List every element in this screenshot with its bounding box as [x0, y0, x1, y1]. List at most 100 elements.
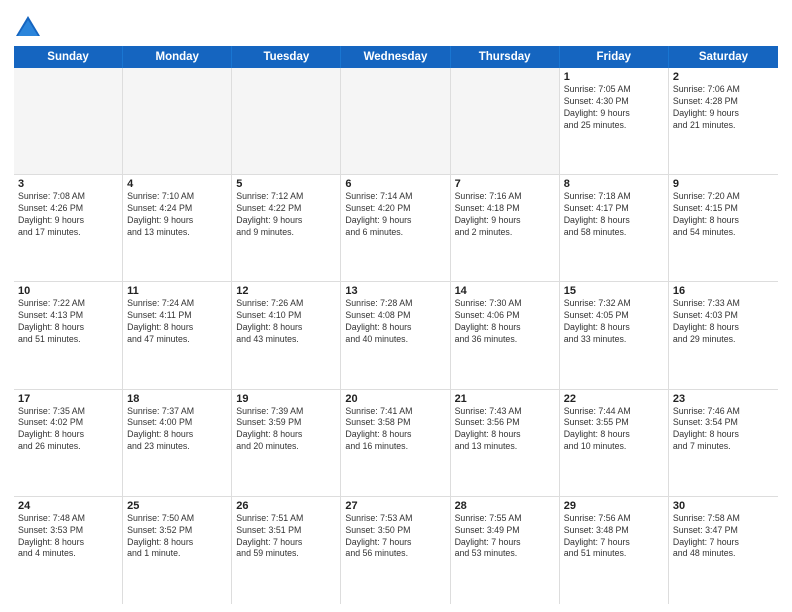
cal-cell-3-4: 21Sunrise: 7:43 AM Sunset: 3:56 PM Dayli… — [451, 390, 560, 496]
cell-info: Sunrise: 7:16 AM Sunset: 4:18 PM Dayligh… — [455, 191, 555, 239]
day-number: 12 — [236, 285, 336, 297]
day-number: 28 — [455, 500, 555, 512]
cal-cell-4-1: 25Sunrise: 7:50 AM Sunset: 3:52 PM Dayli… — [123, 497, 232, 604]
cell-info: Sunrise: 7:48 AM Sunset: 3:53 PM Dayligh… — [18, 513, 118, 561]
day-number: 1 — [564, 71, 664, 83]
day-number: 5 — [236, 178, 336, 190]
header-day-sunday: Sunday — [14, 46, 123, 68]
cal-cell-0-0 — [14, 68, 123, 174]
header — [14, 10, 778, 42]
page: SundayMondayTuesdayWednesdayThursdayFrid… — [0, 0, 792, 612]
cell-info: Sunrise: 7:41 AM Sunset: 3:58 PM Dayligh… — [345, 406, 445, 454]
header-day-tuesday: Tuesday — [232, 46, 341, 68]
day-number: 27 — [345, 500, 445, 512]
cell-info: Sunrise: 7:37 AM Sunset: 4:00 PM Dayligh… — [127, 406, 227, 454]
cell-info: Sunrise: 7:10 AM Sunset: 4:24 PM Dayligh… — [127, 191, 227, 239]
day-number: 6 — [345, 178, 445, 190]
cal-cell-4-5: 29Sunrise: 7:56 AM Sunset: 3:48 PM Dayli… — [560, 497, 669, 604]
cal-cell-3-6: 23Sunrise: 7:46 AM Sunset: 3:54 PM Dayli… — [669, 390, 778, 496]
cal-cell-1-2: 5Sunrise: 7:12 AM Sunset: 4:22 PM Daylig… — [232, 175, 341, 281]
cal-cell-1-5: 8Sunrise: 7:18 AM Sunset: 4:17 PM Daylig… — [560, 175, 669, 281]
cell-info: Sunrise: 7:20 AM Sunset: 4:15 PM Dayligh… — [673, 191, 774, 239]
cal-cell-1-6: 9Sunrise: 7:20 AM Sunset: 4:15 PM Daylig… — [669, 175, 778, 281]
cell-info: Sunrise: 7:26 AM Sunset: 4:10 PM Dayligh… — [236, 298, 336, 346]
header-day-friday: Friday — [560, 46, 669, 68]
cal-cell-2-4: 14Sunrise: 7:30 AM Sunset: 4:06 PM Dayli… — [451, 282, 560, 388]
cal-cell-0-5: 1Sunrise: 7:05 AM Sunset: 4:30 PM Daylig… — [560, 68, 669, 174]
cal-cell-0-4 — [451, 68, 560, 174]
header-day-monday: Monday — [123, 46, 232, 68]
day-number: 21 — [455, 393, 555, 405]
calendar-row-4: 24Sunrise: 7:48 AM Sunset: 3:53 PM Dayli… — [14, 497, 778, 604]
cal-cell-0-2 — [232, 68, 341, 174]
day-number: 3 — [18, 178, 118, 190]
cell-info: Sunrise: 7:24 AM Sunset: 4:11 PM Dayligh… — [127, 298, 227, 346]
cell-info: Sunrise: 7:33 AM Sunset: 4:03 PM Dayligh… — [673, 298, 774, 346]
cell-info: Sunrise: 7:14 AM Sunset: 4:20 PM Dayligh… — [345, 191, 445, 239]
logo — [14, 14, 46, 42]
cell-info: Sunrise: 7:30 AM Sunset: 4:06 PM Dayligh… — [455, 298, 555, 346]
cal-cell-4-2: 26Sunrise: 7:51 AM Sunset: 3:51 PM Dayli… — [232, 497, 341, 604]
cal-cell-2-2: 12Sunrise: 7:26 AM Sunset: 4:10 PM Dayli… — [232, 282, 341, 388]
cal-cell-1-1: 4Sunrise: 7:10 AM Sunset: 4:24 PM Daylig… — [123, 175, 232, 281]
cell-info: Sunrise: 7:51 AM Sunset: 3:51 PM Dayligh… — [236, 513, 336, 561]
cell-info: Sunrise: 7:53 AM Sunset: 3:50 PM Dayligh… — [345, 513, 445, 561]
cell-info: Sunrise: 7:44 AM Sunset: 3:55 PM Dayligh… — [564, 406, 664, 454]
calendar-row-2: 10Sunrise: 7:22 AM Sunset: 4:13 PM Dayli… — [14, 282, 778, 389]
day-number: 16 — [673, 285, 774, 297]
cal-cell-4-0: 24Sunrise: 7:48 AM Sunset: 3:53 PM Dayli… — [14, 497, 123, 604]
day-number: 18 — [127, 393, 227, 405]
day-number: 26 — [236, 500, 336, 512]
cell-info: Sunrise: 7:35 AM Sunset: 4:02 PM Dayligh… — [18, 406, 118, 454]
cell-info: Sunrise: 7:18 AM Sunset: 4:17 PM Dayligh… — [564, 191, 664, 239]
cell-info: Sunrise: 7:58 AM Sunset: 3:47 PM Dayligh… — [673, 513, 774, 561]
cal-cell-3-3: 20Sunrise: 7:41 AM Sunset: 3:58 PM Dayli… — [341, 390, 450, 496]
day-number: 9 — [673, 178, 774, 190]
cal-cell-3-5: 22Sunrise: 7:44 AM Sunset: 3:55 PM Dayli… — [560, 390, 669, 496]
cal-cell-2-3: 13Sunrise: 7:28 AM Sunset: 4:08 PM Dayli… — [341, 282, 450, 388]
calendar-row-1: 3Sunrise: 7:08 AM Sunset: 4:26 PM Daylig… — [14, 175, 778, 282]
day-number: 19 — [236, 393, 336, 405]
cal-cell-3-0: 17Sunrise: 7:35 AM Sunset: 4:02 PM Dayli… — [14, 390, 123, 496]
calendar-row-0: 1Sunrise: 7:05 AM Sunset: 4:30 PM Daylig… — [14, 68, 778, 175]
cell-info: Sunrise: 7:06 AM Sunset: 4:28 PM Dayligh… — [673, 84, 774, 132]
day-number: 29 — [564, 500, 664, 512]
header-day-saturday: Saturday — [669, 46, 778, 68]
day-number: 8 — [564, 178, 664, 190]
cal-cell-1-3: 6Sunrise: 7:14 AM Sunset: 4:20 PM Daylig… — [341, 175, 450, 281]
cell-info: Sunrise: 7:05 AM Sunset: 4:30 PM Dayligh… — [564, 84, 664, 132]
logo-icon — [14, 14, 42, 42]
day-number: 10 — [18, 285, 118, 297]
cell-info: Sunrise: 7:32 AM Sunset: 4:05 PM Dayligh… — [564, 298, 664, 346]
cell-info: Sunrise: 7:08 AM Sunset: 4:26 PM Dayligh… — [18, 191, 118, 239]
cal-cell-4-4: 28Sunrise: 7:55 AM Sunset: 3:49 PM Dayli… — [451, 497, 560, 604]
day-number: 30 — [673, 500, 774, 512]
cal-cell-2-1: 11Sunrise: 7:24 AM Sunset: 4:11 PM Dayli… — [123, 282, 232, 388]
cell-info: Sunrise: 7:46 AM Sunset: 3:54 PM Dayligh… — [673, 406, 774, 454]
cell-info: Sunrise: 7:43 AM Sunset: 3:56 PM Dayligh… — [455, 406, 555, 454]
header-day-thursday: Thursday — [451, 46, 560, 68]
cell-info: Sunrise: 7:55 AM Sunset: 3:49 PM Dayligh… — [455, 513, 555, 561]
cal-cell-4-6: 30Sunrise: 7:58 AM Sunset: 3:47 PM Dayli… — [669, 497, 778, 604]
day-number: 2 — [673, 71, 774, 83]
calendar: SundayMondayTuesdayWednesdayThursdayFrid… — [14, 46, 778, 604]
day-number: 24 — [18, 500, 118, 512]
header-day-wednesday: Wednesday — [341, 46, 450, 68]
cal-cell-2-6: 16Sunrise: 7:33 AM Sunset: 4:03 PM Dayli… — [669, 282, 778, 388]
day-number: 17 — [18, 393, 118, 405]
cal-cell-1-4: 7Sunrise: 7:16 AM Sunset: 4:18 PM Daylig… — [451, 175, 560, 281]
cell-info: Sunrise: 7:12 AM Sunset: 4:22 PM Dayligh… — [236, 191, 336, 239]
day-number: 11 — [127, 285, 227, 297]
day-number: 7 — [455, 178, 555, 190]
day-number: 14 — [455, 285, 555, 297]
day-number: 13 — [345, 285, 445, 297]
day-number: 22 — [564, 393, 664, 405]
cal-cell-0-6: 2Sunrise: 7:06 AM Sunset: 4:28 PM Daylig… — [669, 68, 778, 174]
calendar-header: SundayMondayTuesdayWednesdayThursdayFrid… — [14, 46, 778, 68]
cal-cell-0-3 — [341, 68, 450, 174]
day-number: 15 — [564, 285, 664, 297]
cal-cell-0-1 — [123, 68, 232, 174]
calendar-body: 1Sunrise: 7:05 AM Sunset: 4:30 PM Daylig… — [14, 68, 778, 604]
cal-cell-2-5: 15Sunrise: 7:32 AM Sunset: 4:05 PM Dayli… — [560, 282, 669, 388]
cell-info: Sunrise: 7:28 AM Sunset: 4:08 PM Dayligh… — [345, 298, 445, 346]
